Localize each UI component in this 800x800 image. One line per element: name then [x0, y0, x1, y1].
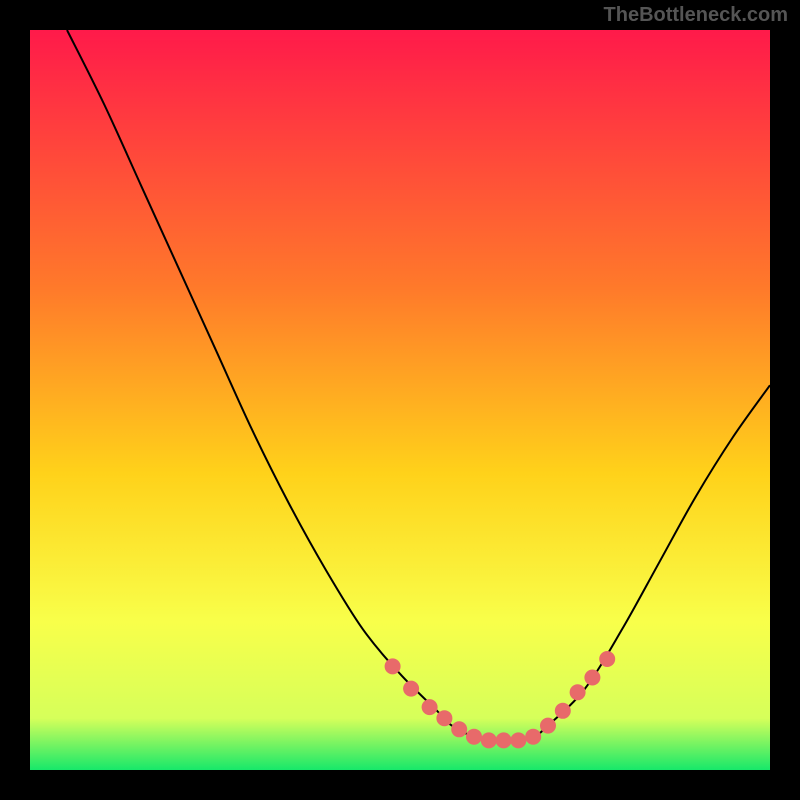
data-dot	[466, 729, 482, 745]
data-dot	[525, 729, 541, 745]
bottleneck-curve-chart	[30, 30, 770, 770]
data-dot	[570, 684, 586, 700]
data-dot	[496, 732, 512, 748]
data-dot	[510, 732, 526, 748]
data-dot	[599, 651, 615, 667]
data-dot	[555, 703, 571, 719]
data-dot	[385, 658, 401, 674]
gradient-background	[30, 30, 770, 770]
attribution-text: TheBottleneck.com	[604, 4, 788, 27]
data-dot	[540, 718, 556, 734]
data-dot	[422, 699, 438, 715]
data-dot	[436, 710, 452, 726]
data-dot	[451, 721, 467, 737]
data-dot	[584, 670, 600, 686]
data-dot	[403, 681, 419, 697]
chart-container	[30, 30, 770, 770]
data-dot	[481, 732, 497, 748]
